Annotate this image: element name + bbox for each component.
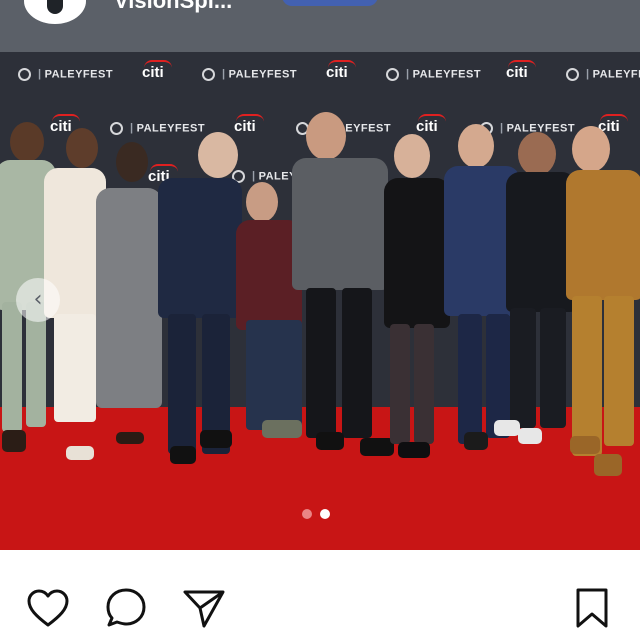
backdrop-logo: |PALEYFEST	[202, 68, 297, 81]
share-button[interactable]	[180, 584, 228, 632]
backdrop-logo: |PALEYFEST	[18, 68, 113, 81]
backdrop-citi-logo: citi	[416, 114, 446, 135]
comment-button[interactable]	[102, 584, 150, 632]
backdrop-citi-logo: citi	[50, 114, 80, 135]
carousel-prev-button[interactable]: ‹	[16, 278, 60, 322]
save-button[interactable]	[568, 584, 616, 632]
heart-icon	[27, 589, 69, 627]
post-header: VisionSpi...	[0, 0, 640, 52]
backdrop-logo: |PALEYFEST	[386, 68, 481, 81]
post-photo[interactable]: | PALEYFEST citi | PALEYFEST citi | PALEYFE…	[0, 52, 640, 550]
verified-badge	[282, 0, 378, 6]
like-button[interactable]	[24, 584, 72, 632]
paley-mark-icon	[110, 122, 123, 135]
send-icon	[183, 590, 225, 628]
backdrop-citi-logo: citi	[142, 60, 172, 81]
paley-mark-icon	[386, 68, 399, 81]
backdrop-citi-logo: citi	[326, 60, 356, 81]
carousel-dot[interactable]	[302, 509, 312, 519]
comment-icon	[106, 588, 146, 627]
backdrop-logo: |PALEYFEST	[566, 68, 640, 81]
paley-mark-icon	[18, 68, 31, 81]
backdrop-logo: |PALEYFEST	[480, 122, 575, 135]
chevron-left-icon: ‹	[33, 287, 43, 312]
paley-mark-icon	[202, 68, 215, 81]
paley-mark-icon	[566, 68, 579, 81]
backdrop-citi-logo: citi	[234, 114, 264, 135]
carousel-indicator	[302, 509, 330, 521]
backdrop-citi-logo: citi	[506, 60, 536, 81]
backdrop-logo: |PALEYFEST	[110, 122, 205, 135]
username[interactable]: VisionSpi...	[114, 0, 232, 14]
bookmark-icon	[576, 588, 608, 628]
post-actions	[0, 550, 640, 640]
carousel-dot-active[interactable]	[320, 509, 330, 519]
